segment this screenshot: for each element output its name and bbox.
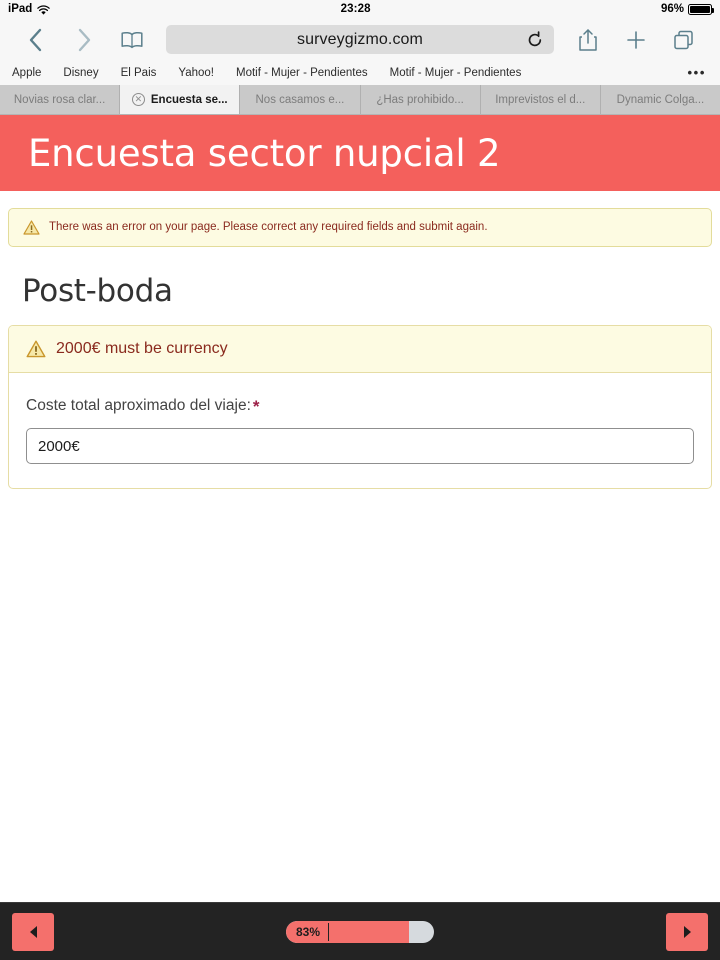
chevron-left-icon xyxy=(29,28,42,51)
reload-button[interactable] xyxy=(526,30,544,49)
progress-percent-label: 83% xyxy=(296,924,321,939)
browser-tab[interactable]: ¿Has prohibido... xyxy=(360,85,481,114)
chevron-right-icon xyxy=(78,28,91,51)
progress-separator xyxy=(328,922,329,941)
bookmarks-button[interactable] xyxy=(108,20,156,60)
device-name: iPad xyxy=(8,3,33,15)
browser-tab[interactable]: Nos casamos e... xyxy=(240,85,361,114)
share-button[interactable] xyxy=(564,20,612,60)
status-bar-clock: 23:28 xyxy=(340,3,371,15)
triangle-left-icon xyxy=(29,925,37,938)
section-heading: Post-boda xyxy=(22,273,173,309)
status-bar-left: iPad xyxy=(8,3,51,16)
browser-tab[interactable]: Dynamic Colga... xyxy=(600,85,720,114)
bookmark-item[interactable]: Apple xyxy=(12,67,41,79)
close-icon[interactable]: ✕ xyxy=(131,93,145,106)
show-tabs-button[interactable] xyxy=(660,20,708,60)
bookmark-item[interactable]: Motif - Mujer - Pendientes xyxy=(236,67,368,79)
required-marker: * xyxy=(252,397,260,416)
bookmark-item[interactable]: Disney xyxy=(63,67,98,79)
survey-footer-nav: 83% xyxy=(0,902,720,960)
url-text[interactable]: surveygizmo.com xyxy=(166,31,554,49)
browser-tab[interactable]: Novias rosa clar... xyxy=(0,85,121,114)
tab-label: ¿Has prohibido... xyxy=(376,93,464,106)
bookmark-item[interactable]: Yahoo! xyxy=(178,67,214,79)
field-error-text: 2000€ must be currency xyxy=(56,340,228,357)
plus-icon xyxy=(627,30,645,49)
safari-toolbar: surveygizmo.com xyxy=(0,18,720,61)
wifi-icon xyxy=(37,4,51,16)
battery-icon xyxy=(688,3,715,15)
tabs-icon xyxy=(674,30,693,49)
web-page-content: Encuesta sector nupcial 2 There was an e… xyxy=(0,115,720,902)
survey-header-banner: Encuesta sector nupcial 2 xyxy=(0,115,720,191)
address-bar[interactable]: surveygizmo.com xyxy=(166,25,554,54)
tab-label: Imprevistos el d... xyxy=(495,93,586,106)
bookmarks-bar: Apple Disney El Pais Yahoo! Motif - Muje… xyxy=(0,61,720,85)
field-error-banner: 2000€ must be currency xyxy=(9,326,711,373)
tab-strip: Novias rosa clar... ✕ Encuesta se... Nos… xyxy=(0,85,720,115)
question-body: Coste total aproximado del viaje: * xyxy=(9,373,711,488)
back-button[interactable] xyxy=(12,20,60,60)
question-label: Coste total aproximado del viaje: * xyxy=(26,395,694,416)
page-error-text: There was an error on your page. Please … xyxy=(49,221,488,234)
question-label-text: Coste total aproximado del viaje: xyxy=(26,397,251,414)
browser-tab-active[interactable]: ✕ Encuesta se... xyxy=(120,85,241,114)
bookmark-item[interactable]: Motif - Mujer - Pendientes xyxy=(390,67,522,79)
forward-button[interactable] xyxy=(60,20,108,60)
ios-status-bar: iPad 23:28 96% xyxy=(0,0,720,18)
survey-title: Encuesta sector nupcial 2 xyxy=(28,131,501,175)
next-page-button[interactable] xyxy=(666,912,708,951)
tab-label: Encuesta se... xyxy=(150,93,228,106)
browser-tab[interactable]: Imprevistos el d... xyxy=(480,85,601,114)
tab-label: Dynamic Colga... xyxy=(616,93,705,106)
question-card: 2000€ must be currency Coste total aprox… xyxy=(8,325,712,489)
status-bar-right: 96% xyxy=(660,3,715,15)
previous-page-button[interactable] xyxy=(12,912,54,951)
tab-label: Nos casamos e... xyxy=(255,93,345,106)
share-icon xyxy=(579,28,597,51)
warning-triangle-icon xyxy=(23,220,40,235)
triangle-right-icon xyxy=(683,925,691,938)
battery-percent-label: 96% xyxy=(660,3,684,15)
ipad-safari-screen: iPad 23:28 96% surveygizmo.com Apple Dis… xyxy=(0,0,720,960)
reload-icon xyxy=(528,30,542,46)
bookmarks-overflow-icon[interactable]: ••• xyxy=(688,66,706,79)
cost-input[interactable] xyxy=(26,428,694,464)
book-icon xyxy=(121,31,143,48)
new-tab-button[interactable] xyxy=(612,20,660,60)
bookmark-item[interactable]: El Pais xyxy=(121,67,157,79)
warning-triangle-icon xyxy=(26,340,46,358)
tab-label: Novias rosa clar... xyxy=(13,93,106,106)
page-error-banner: There was an error on your page. Please … xyxy=(8,208,712,247)
survey-progress-bar: 83% xyxy=(286,920,434,943)
